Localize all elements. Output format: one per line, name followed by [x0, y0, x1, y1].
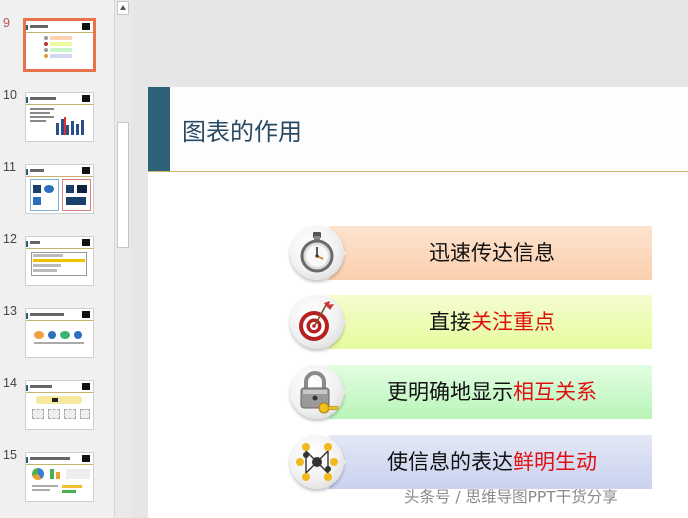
pane-divider[interactable]	[131, 0, 137, 518]
network-icon	[290, 435, 344, 489]
bullet-item[interactable]: 迅速传达信息	[290, 226, 652, 282]
item-text: 直接关注重点	[429, 310, 555, 334]
slide-number: 12	[3, 232, 17, 246]
thumbnail-preview	[25, 92, 94, 142]
thumbnail-preview	[23, 18, 96, 72]
item-text: 迅速传达信息	[429, 241, 555, 265]
slide-number: 11	[3, 160, 16, 174]
target-icon	[290, 295, 344, 349]
bullet-item[interactable]: 更明确地显示相互关系	[290, 365, 652, 421]
slide-thumbnail-pane: 9 10 11 12 13 14 15	[0, 0, 114, 518]
item-text: 更明确地显示相互关系	[387, 380, 597, 404]
slide-thumbnail-14[interactable]: 14	[0, 376, 114, 434]
scroll-up-arrow-icon[interactable]	[117, 1, 129, 15]
slide-thumbnail-12[interactable]: 12	[0, 232, 114, 290]
slide-number: 15	[3, 448, 17, 462]
slide-thumbnail-9[interactable]: 9	[0, 16, 114, 74]
title-underline	[148, 171, 688, 172]
item-text: 使信息的表达鲜明生动	[387, 450, 597, 474]
thumbnail-preview	[25, 308, 94, 358]
bullet-item[interactable]: 使信息的表达鲜明生动	[290, 435, 652, 491]
thumbnail-preview	[25, 236, 94, 286]
slide-canvas[interactable]: 图表的作用 迅速传达信息 直接关注重点 更明确地显示相互关系 使信息的表达鲜明生…	[148, 87, 688, 518]
thumbnail-preview	[25, 164, 94, 214]
bullet-item[interactable]: 直接关注重点	[290, 295, 652, 351]
title-accent-bar	[148, 87, 170, 171]
padlock-icon	[290, 365, 344, 419]
slide-thumbnail-15[interactable]: 15	[0, 448, 114, 506]
slide-number: 9	[3, 16, 10, 30]
slide-thumbnail-10[interactable]: 10	[0, 88, 114, 146]
slide-title[interactable]: 图表的作用	[182, 112, 302, 147]
thumbnail-scrollbar[interactable]	[114, 0, 131, 518]
slide-number: 10	[3, 88, 17, 102]
slide-number: 14	[3, 376, 17, 390]
scrollbar-thumb[interactable]	[117, 122, 129, 248]
slide-thumbnail-13[interactable]: 13	[0, 304, 114, 362]
thumbnail-preview	[25, 380, 94, 430]
stopwatch-icon	[290, 226, 344, 280]
slide-number: 13	[3, 304, 17, 318]
slide-thumbnail-11[interactable]: 11	[0, 160, 114, 218]
watermark: 头条号 / 思维导图PPT干货分享	[404, 488, 618, 506]
thumbnail-preview	[25, 452, 94, 502]
